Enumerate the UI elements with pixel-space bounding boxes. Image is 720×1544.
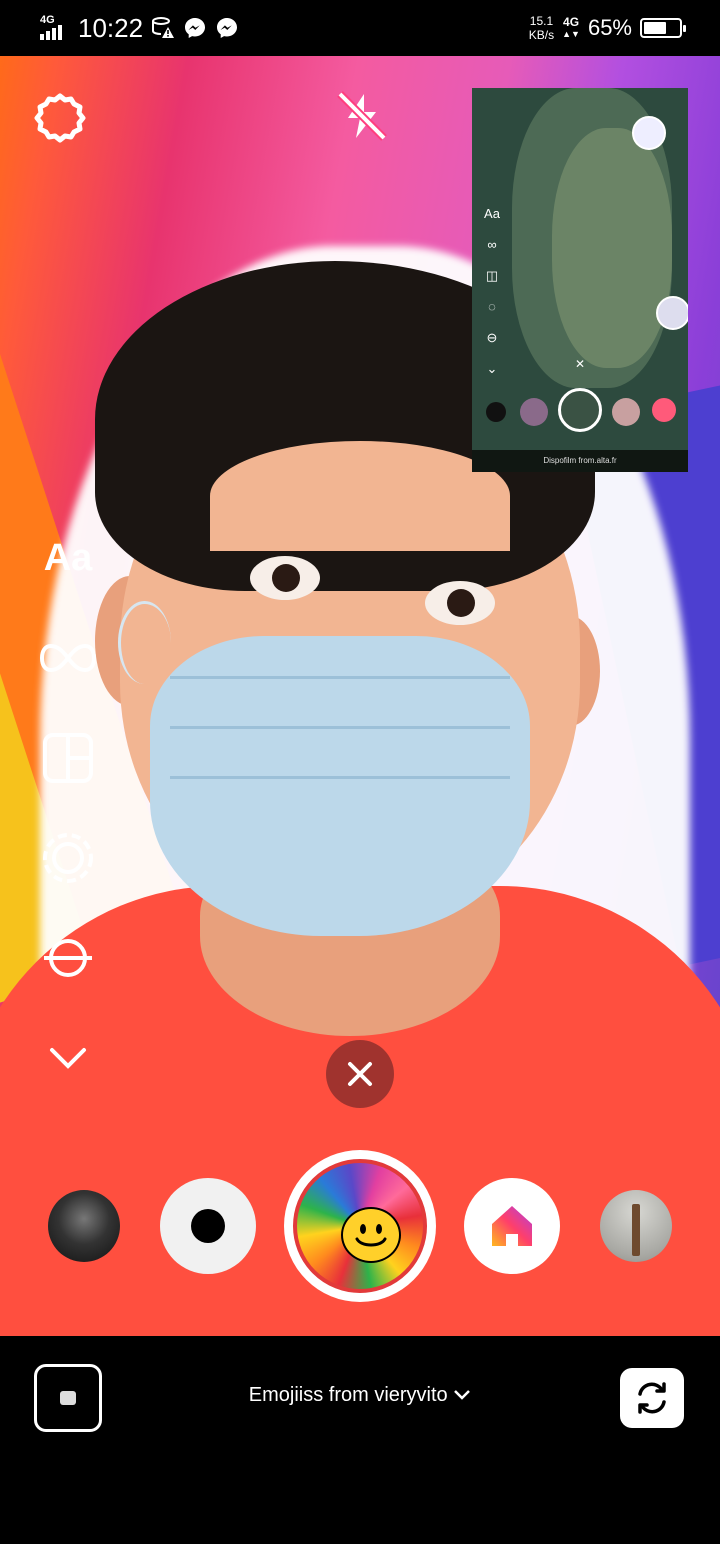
pip-record-button	[558, 388, 602, 432]
smiley-icon	[341, 1207, 401, 1263]
status-bar-left: 4G 10:22	[38, 10, 239, 46]
network-type-right: 4G ▲▼	[562, 15, 580, 39]
close-icon	[348, 1062, 372, 1086]
pip-effect-name: Dispofilm from.alta.fr	[472, 450, 688, 472]
tower-icon	[632, 1204, 640, 1256]
layout-icon	[43, 733, 93, 783]
text-tool[interactable]: Aa	[38, 530, 98, 586]
pip-text-tool: Aa	[484, 206, 500, 221]
messenger-icon	[185, 18, 206, 38]
battery-icon	[640, 18, 686, 38]
eye-right	[425, 581, 495, 625]
flip-camera-icon	[638, 1382, 666, 1414]
speed-unit: KB/s	[528, 28, 555, 42]
forehead	[210, 441, 510, 551]
dot-icon	[191, 1209, 225, 1243]
messenger-icon-2	[217, 18, 238, 38]
gallery-button[interactable]	[34, 1364, 102, 1432]
dashed-circle-icon	[43, 833, 93, 883]
pip-circle-icon: ◌	[488, 299, 496, 314]
pip-level-icon: ⊖	[486, 330, 498, 345]
chevron-down-icon	[50, 1048, 86, 1069]
level-icon	[44, 939, 92, 977]
pip-effect-4	[652, 398, 676, 422]
multi-capture-tool[interactable]	[38, 830, 98, 886]
status-bar-right: 15.1 KB/s 4G ▲▼ 65%	[529, 10, 686, 46]
pip-avatar-top	[632, 116, 666, 150]
speed-value: 15.1	[529, 14, 554, 28]
data-warning-icon	[152, 17, 175, 38]
pip-effect-1	[486, 402, 506, 422]
home-icon	[492, 1206, 532, 1246]
level-tool[interactable]	[38, 930, 98, 986]
pip-person-face	[552, 128, 672, 368]
pip-close-icon: ✕	[574, 357, 586, 371]
gallery-thumbnail-icon	[60, 1391, 76, 1405]
remove-effect-button[interactable]	[326, 1040, 394, 1108]
rainbow-smiley-effect	[293, 1159, 427, 1293]
battery-percent: 65%	[587, 15, 632, 40]
record-button[interactable]	[284, 1150, 436, 1302]
effect-name-label: Emojiiss from vieryvito	[248, 1384, 448, 1406]
signal-icon: 4G	[38, 14, 68, 42]
pip-effect-3	[612, 398, 640, 426]
effect-name-dropdown[interactable]: Emojiiss from vieryvito	[160, 1384, 560, 1407]
eye-left	[250, 556, 320, 600]
flip-camera-button[interactable]	[620, 1368, 684, 1428]
pip-effect-2	[520, 398, 548, 426]
chevron-down-icon	[454, 1390, 471, 1400]
pip-infinity-icon: ∞	[487, 237, 497, 252]
pip-chevron-icon: ⌄	[486, 361, 498, 376]
effect-dot[interactable]	[160, 1178, 256, 1274]
clock: 10:22	[78, 12, 144, 43]
effect-home[interactable]	[464, 1178, 560, 1274]
effect-dark-scenery[interactable]	[48, 1190, 120, 1262]
pip-video-preview[interactable]: Aa ∞ ◫ ◌ ⊖ ⌄ ✕ Dispofilm from.alta.fr	[472, 88, 688, 472]
bottom-bar: Emojiiss from vieryvito	[0, 1336, 720, 1544]
boomerang-tool[interactable]	[38, 630, 98, 686]
network-type-label: 4G	[563, 15, 580, 29]
network-speed: 15.1 KB/s	[529, 14, 554, 42]
mask-strap	[118, 601, 171, 684]
settings-icon[interactable]	[34, 92, 86, 144]
effect-tower[interactable]	[600, 1190, 672, 1262]
flash-off-icon[interactable]	[334, 88, 390, 144]
infinity-icon	[40, 643, 96, 673]
text-tool-label: Aa	[43, 536, 93, 579]
pip-tools: Aa ∞ ◫ ◌ ⊖ ⌄	[480, 198, 504, 384]
pip-layout-icon: ◫	[485, 268, 499, 283]
face-mask	[150, 636, 530, 936]
pip-avatar-mid	[656, 296, 688, 330]
layout-tool[interactable]	[38, 730, 98, 786]
status-bar: 4G 10:22 15.1 KB/s 4G ▲▼ 65%	[0, 0, 720, 56]
more-tools[interactable]	[38, 1030, 98, 1086]
